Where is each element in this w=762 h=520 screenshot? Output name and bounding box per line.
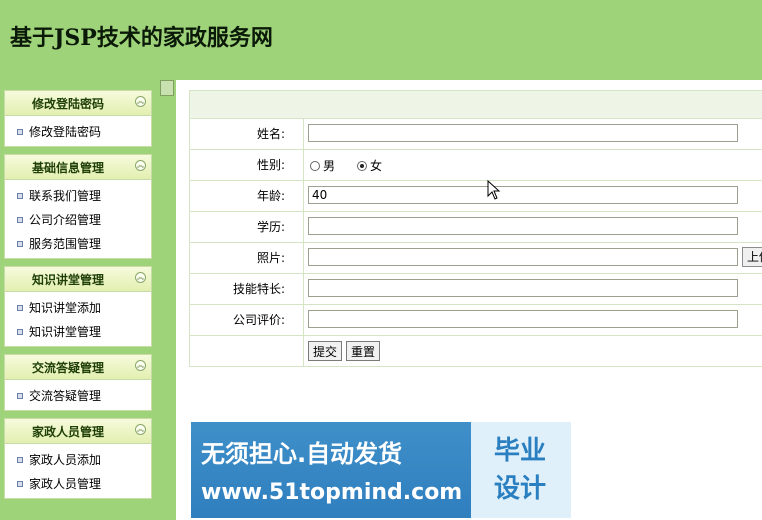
gender-female-radio[interactable] <box>357 160 368 171</box>
sidebar-group-header[interactable]: 家政人员管理 ︽ <box>5 419 151 444</box>
form-row-gender: 性别: 男 女 <box>189 150 762 181</box>
name-input[interactable] <box>308 124 738 142</box>
sidebar-group-password: 修改登陆密码 ︽ 修改登陆密码 <box>4 90 152 147</box>
sidebar-group-title: 修改登陆密码 <box>31 97 104 111</box>
photo-input[interactable] <box>308 248 738 266</box>
rating-input[interactable] <box>308 310 738 328</box>
sidebar-item-staff-manage[interactable]: 家政人员管理 <box>5 472 151 496</box>
collapse-icon[interactable]: ︽ <box>135 272 146 283</box>
sidebar-group-knowledge: 知识讲堂管理 ︽ 知识讲堂添加 知识讲堂管理 <box>4 266 152 347</box>
bullet-icon <box>17 305 23 311</box>
form-row-skills: 技能特长: <box>189 274 762 305</box>
banner-side-text: 毕业设计 <box>493 436 546 504</box>
form-header-bar <box>189 90 762 119</box>
sidebar-group-header[interactable]: 交流答疑管理 ︽ <box>5 355 151 380</box>
sidebar-group-title: 家政人员管理 <box>31 425 104 439</box>
bullet-icon <box>17 193 23 199</box>
form-row-rating: 公司评价: <box>189 305 762 336</box>
gender-female-label: 女 <box>370 159 383 173</box>
bullet-icon <box>17 393 23 399</box>
photo-label: 照片: <box>190 243 304 273</box>
reset-button[interactable]: 重置 <box>346 341 381 361</box>
sidebar-item-label: 知识讲堂添加 <box>29 301 102 315</box>
main-content: 姓名: 性别: 男 女 年龄: 学历: 照片: 上传 技能特长: <box>176 80 762 520</box>
site-title: 基于JSP技术的家政服务网 <box>10 25 273 51</box>
form-row-education: 学历: <box>189 212 762 243</box>
sidebar-item-contact[interactable]: 联系我们管理 <box>5 184 151 208</box>
education-input[interactable] <box>308 217 738 235</box>
sidebar-group-title: 知识讲堂管理 <box>31 273 104 287</box>
collapse-icon[interactable]: ︽ <box>135 424 146 435</box>
sidebar-group-header[interactable]: 知识讲堂管理 ︽ <box>5 267 151 292</box>
age-label: 年龄: <box>190 181 304 211</box>
header: 基于JSP技术的家政服务网 <box>0 0 762 80</box>
bullet-icon <box>17 457 23 463</box>
sidebar-group-header[interactable]: 基础信息管理 ︽ <box>5 155 151 180</box>
banner-side-panel: 毕业设计 <box>471 422 571 518</box>
sidebar-group-header[interactable]: 修改登陆密码 ︽ <box>5 91 151 116</box>
submit-button[interactable]: 提交 <box>308 341 343 361</box>
promo-banner[interactable]: 无须担心.自动发货 www.51topmind.com 毕业设计 <box>191 422 571 518</box>
form-row-actions: 提交 重置 <box>189 336 762 367</box>
banner-url-text: www.51topmind.com <box>201 480 463 505</box>
actions-label-cell <box>190 336 304 366</box>
bullet-icon <box>17 241 23 247</box>
sidebar-group-title: 基础信息管理 <box>31 161 104 175</box>
bullet-icon <box>17 329 23 335</box>
name-label: 姓名: <box>190 119 304 149</box>
sidebar-item-label: 修改登陆密码 <box>29 125 102 139</box>
bullet-icon <box>17 481 23 487</box>
skills-label: 技能特长: <box>190 274 304 304</box>
collapse-icon[interactable]: ︽ <box>135 160 146 171</box>
sidebar-item-label: 联系我们管理 <box>29 189 102 203</box>
sidebar-item-label: 家政人员管理 <box>29 477 102 491</box>
skills-input[interactable] <box>308 279 738 297</box>
sidebar-item-service-scope[interactable]: 服务范围管理 <box>5 232 151 256</box>
banner-main-text: 无须担心.自动发货 <box>201 440 403 468</box>
bullet-icon <box>17 217 23 223</box>
sidebar: 修改登陆密码 ︽ 修改登陆密码 基础信息管理 ︽ 联系我们管理 公司介绍管理 服… <box>0 80 160 520</box>
gender-male-radio[interactable] <box>310 160 320 171</box>
sidebar-group-staff: 家政人员管理 ︽ 家政人员添加 家政人员管理 <box>4 418 152 499</box>
collapse-icon[interactable]: ︽ <box>135 96 146 107</box>
sidebar-item-label: 交流答疑管理 <box>29 389 102 403</box>
gender-male-label: 男 <box>323 159 336 173</box>
rating-label: 公司评价: <box>190 305 304 335</box>
sidebar-item-change-password[interactable]: 修改登陆密码 <box>5 120 151 144</box>
sidebar-group-basic-info: 基础信息管理 ︽ 联系我们管理 公司介绍管理 服务范围管理 <box>4 154 152 259</box>
form-row-name: 姓名: <box>189 119 762 150</box>
upload-button[interactable]: 上传 <box>742 247 762 267</box>
gender-label: 性别: <box>190 150 304 180</box>
sidebar-item-staff-add[interactable]: 家政人员添加 <box>5 448 151 472</box>
sidebar-item-qa-manage[interactable]: 交流答疑管理 <box>5 384 151 408</box>
gender-radio-group: 男 女 <box>310 157 404 174</box>
bullet-icon <box>17 129 23 135</box>
sidebar-group-qa: 交流答疑管理 ︽ 交流答疑管理 <box>4 354 152 411</box>
sidebar-item-label: 服务范围管理 <box>29 237 102 251</box>
sidebar-item-company-intro[interactable]: 公司介绍管理 <box>5 208 151 232</box>
sidebar-item-label: 公司介绍管理 <box>29 213 102 227</box>
education-label: 学历: <box>190 212 304 242</box>
sidebar-toggle-button[interactable] <box>160 80 174 96</box>
sidebar-item-knowledge-add[interactable]: 知识讲堂添加 <box>5 296 151 320</box>
form-row-photo: 照片: 上传 <box>189 243 762 274</box>
sidebar-item-knowledge-manage[interactable]: 知识讲堂管理 <box>5 320 151 344</box>
form-row-age: 年龄: <box>189 181 762 212</box>
sidebar-group-title: 交流答疑管理 <box>31 361 104 375</box>
staff-form: 姓名: 性别: 男 女 年龄: 学历: 照片: 上传 技能特长: <box>189 90 762 367</box>
age-input[interactable] <box>308 186 738 204</box>
mouse-cursor-icon <box>487 180 501 200</box>
collapse-icon[interactable]: ︽ <box>135 360 146 371</box>
sidebar-item-label: 家政人员添加 <box>29 453 102 467</box>
sidebar-item-label: 知识讲堂管理 <box>29 325 102 339</box>
